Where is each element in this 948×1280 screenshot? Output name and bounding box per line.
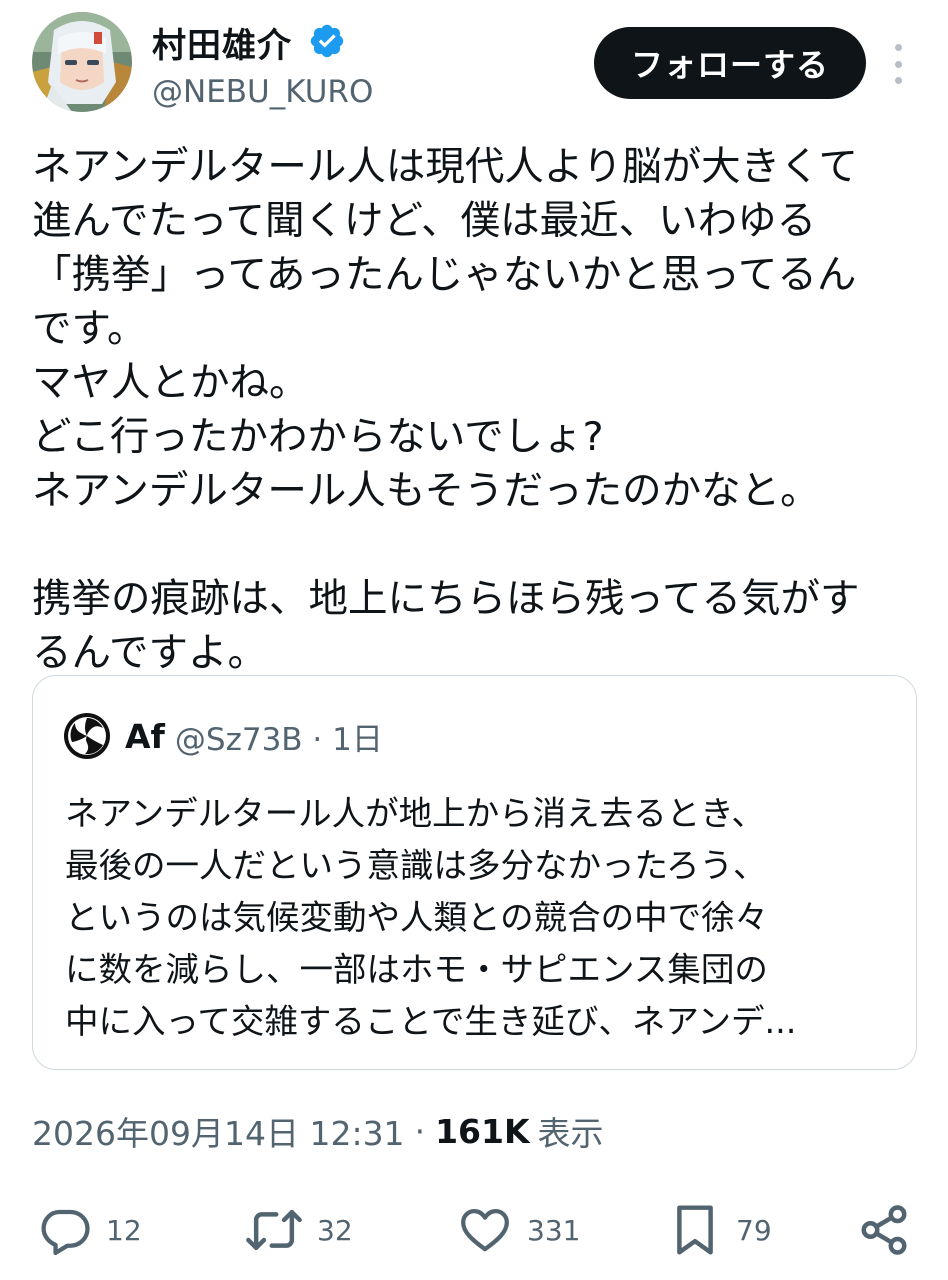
views-count: 161K (435, 1111, 530, 1151)
author-display-name[interactable]: 村田雄介 (152, 18, 292, 67)
bookmark-count: 79 (736, 1213, 772, 1247)
tweet-header: 村田雄介 @NEBU_KURO フォローする (0, 0, 948, 130)
avatar-illustration (32, 12, 132, 112)
bookmark-button[interactable]: 79 (668, 1195, 772, 1265)
tweet-line (32, 518, 922, 572)
quoted-line: 最後の一人だという意識は多分なかったろう、 (65, 846, 767, 885)
tweet-line: 「携挙」ってあったんじゃないかと思ってるん (32, 252, 857, 298)
views-label: 表示 (537, 1114, 604, 1153)
quoted-line: 中に入って交雑することで生き延び、ネアンデ... (65, 1002, 797, 1041)
heart-icon (461, 1208, 509, 1252)
bookmark-icon (677, 1205, 713, 1255)
reply-count: 12 (106, 1213, 142, 1247)
quoted-line: ネアンデルタール人が地上から消え去るとき、 (65, 794, 765, 833)
quoted-line: というのは気候変動や人類との競合の中で徐々 (65, 898, 769, 937)
tweet-text: ネアンデルタール人は現代人より脳が大きくて 進んでたって聞くけど、僕は最近、いわ… (32, 140, 922, 680)
like-count: 331 (527, 1213, 581, 1247)
meta-separator: · (414, 1111, 426, 1151)
verified-badge-icon (310, 24, 344, 58)
action-bar: 12 32 331 79 (0, 1195, 948, 1265)
tweet-line: るんですよ。 (32, 630, 268, 676)
like-button[interactable]: 331 (457, 1195, 580, 1265)
tomoe-avatar-icon[interactable] (63, 712, 111, 760)
share-icon (861, 1205, 907, 1255)
tweet-line: どこ行ったかわからないでしょ? (32, 414, 604, 460)
quoted-tweet-text: ネアンデルタール人が地上から消え去るとき、 最後の一人だという意識は多分なかった… (65, 788, 905, 1048)
author-avatar[interactable] (32, 12, 132, 112)
tweet-line: マヤ人とかね。 (32, 360, 309, 406)
retweet-button[interactable]: 32 (245, 1195, 353, 1265)
reply-button[interactable]: 12 (38, 1195, 142, 1265)
retweet-icon (246, 1209, 302, 1251)
quoted-line: に数を減らし、一部はホモ・サピエンス集団の (65, 950, 768, 989)
retweet-count: 32 (317, 1213, 353, 1247)
quoted-tweet[interactable]: Af @Sz73B · 1日 ネアンデルタール人が地上から消え去るとき、 最後の… (32, 675, 917, 1070)
follow-button[interactable]: フォローする (594, 27, 866, 99)
tweet-line: ネアンデルタール人もそうだったのかなと。 (32, 468, 820, 514)
more-dot (894, 77, 902, 84)
quoted-author-name[interactable]: Af (125, 717, 165, 756)
tweet-line: 携挙の痕跡は、地上にちらほら残ってる気がす (32, 576, 860, 622)
tweet-timestamp[interactable]: 2026年09月14日 12:31 (32, 1107, 405, 1155)
tweet-line: です。 (32, 306, 147, 352)
author-handle[interactable]: @NEBU_KURO (152, 74, 373, 110)
tweet-meta: 2026年09月14日 12:31 · 161K 表示 (32, 1108, 604, 1154)
tweet-line: ネアンデルタール人は現代人より脳が大きくて (32, 144, 858, 190)
more-vertical-icon[interactable] (884, 44, 912, 84)
more-dot (894, 44, 902, 51)
share-button[interactable] (857, 1195, 911, 1265)
quoted-tweet-header: Af @Sz73B · 1日 (63, 710, 383, 762)
tweet-line: 進んでたって聞くけど、僕は最近、いわゆる (32, 198, 817, 244)
reply-icon (41, 1209, 90, 1256)
quoted-author-handle-time[interactable]: @Sz73B · 1日 (175, 714, 383, 759)
more-dot (894, 60, 902, 68)
